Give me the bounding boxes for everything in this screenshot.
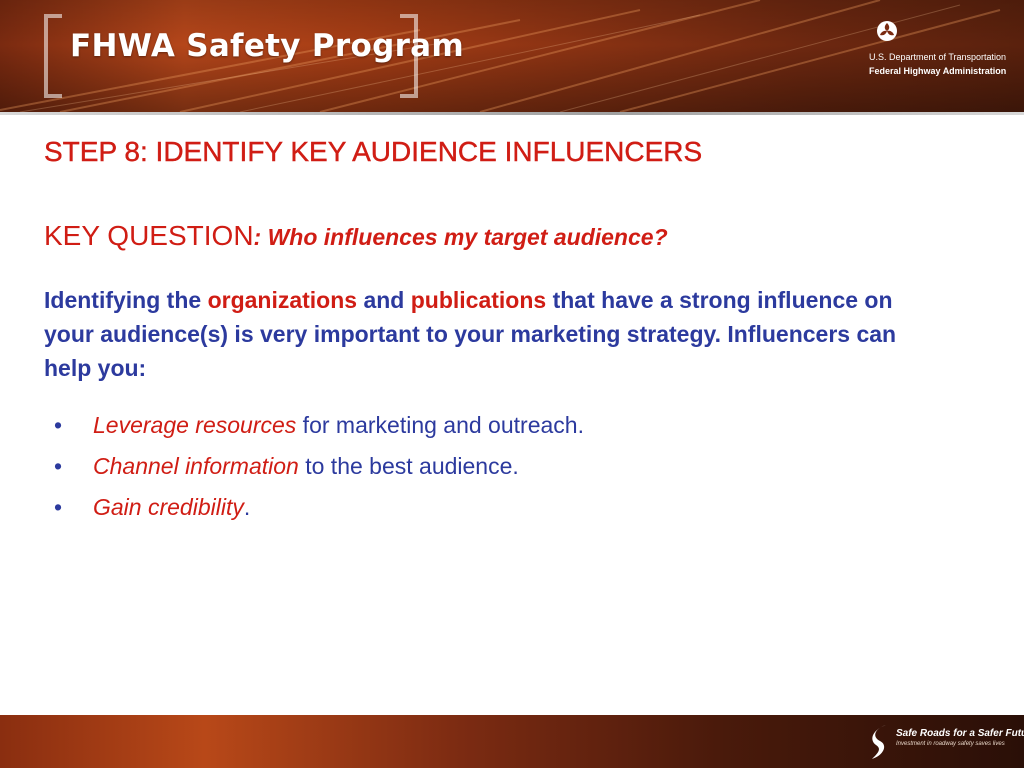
intro-highlight-organizations: organizations [207, 287, 358, 313]
header-banner: FHWA Safety Program U.S. Department of T… [0, 0, 1024, 112]
key-question-label: KEY QUESTION [44, 220, 254, 251]
benefit-list: • Leverage resources for marketing and o… [44, 408, 584, 531]
intro-highlight-publications: publications [410, 287, 547, 313]
list-item: • Gain credibility. [44, 490, 584, 531]
safe-roads-swoosh-icon [872, 725, 886, 759]
bullet-text: . [243, 494, 251, 520]
bullet-marker: • [54, 453, 63, 479]
footer-tagline-block: Safe Roads for a Safer Future Investment… [896, 727, 1024, 749]
dot-triskelion-icon [877, 21, 897, 41]
key-question-text: : Who influences my target audience? [253, 224, 668, 250]
intro-text-2: and [357, 287, 411, 313]
footer-banner: Safe Roads for a Safer Future Investment… [0, 715, 1024, 768]
left-bracket-decoration [44, 14, 62, 98]
right-bracket-decoration [400, 14, 418, 98]
list-item: • Leverage resources for marketing and o… [44, 408, 584, 449]
key-question: KEY QUESTION: Who influences my target a… [44, 220, 668, 252]
bullet-text: to the best audience. [298, 453, 519, 479]
bullet-emphasis: Leverage resources [93, 412, 297, 438]
footer-subtagline: Investment in roadway safety saves lives [896, 741, 1005, 747]
agency-block: U.S. Department of Transportation Federa… [869, 50, 1006, 78]
bullet-text: for marketing and outreach. [296, 412, 584, 438]
bullet-marker: • [54, 412, 63, 438]
footer-tagline: Safe Roads for a Safer Future [896, 728, 1024, 739]
department-name: U.S. Department of Transportation [869, 52, 1007, 62]
bullet-marker: • [54, 494, 63, 520]
intro-text-1: Identifying the [44, 287, 208, 313]
list-item: • Channel information to the best audien… [44, 449, 584, 490]
bullet-emphasis: Gain credibility [93, 494, 244, 520]
header-divider [0, 112, 1024, 115]
bullet-emphasis: Channel information [93, 453, 299, 479]
agency-name: Federal Highway Administration [869, 66, 1007, 76]
intro-paragraph: Identifying the organizations and public… [44, 283, 944, 385]
slide-title: STEP 8: IDENTIFY KEY AUDIENCE INFLUENCER… [44, 136, 703, 167]
